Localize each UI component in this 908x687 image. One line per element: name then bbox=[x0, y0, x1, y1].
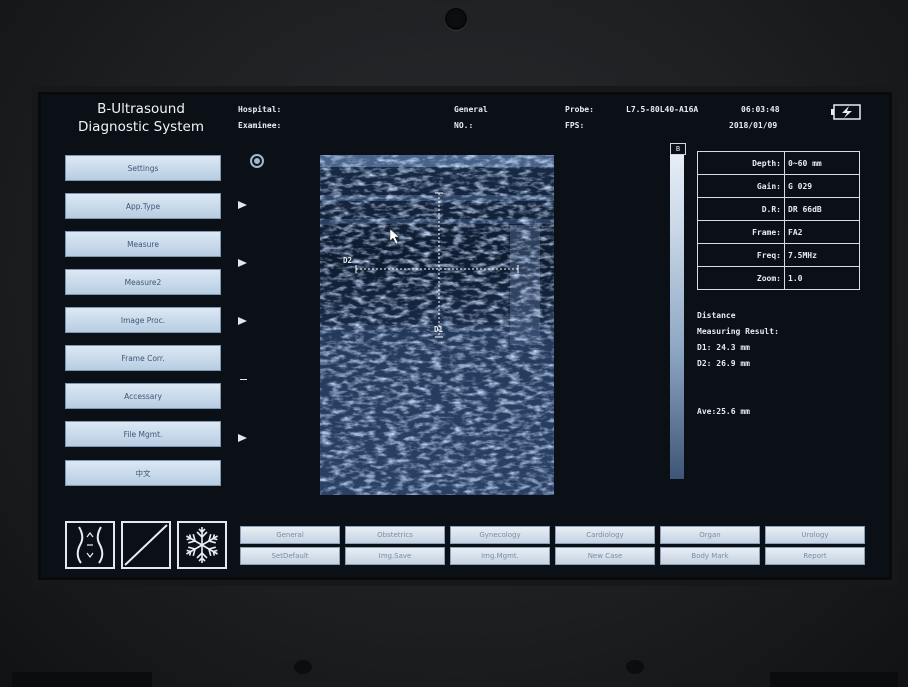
param-value: 7.5MHz bbox=[784, 243, 860, 267]
param-row: Depth: 0~60 mm bbox=[697, 151, 860, 175]
caliper-d2-label: D2 bbox=[343, 256, 353, 265]
case-number-label: NO.: bbox=[454, 121, 474, 130]
body-mark-button[interactable]: Body Mark bbox=[660, 547, 760, 565]
param-row: Zoom: 1.0 bbox=[697, 266, 860, 290]
image-save-button[interactable]: Img.Save bbox=[345, 547, 445, 565]
preset-general-button[interactable]: General bbox=[240, 526, 340, 544]
scale-label: B bbox=[670, 143, 686, 155]
bezel-screw bbox=[626, 660, 644, 674]
measurement-d2: D2: 26.9 mm bbox=[697, 359, 750, 368]
hospital-label: Hospital: bbox=[238, 105, 282, 114]
bezel-screw bbox=[294, 660, 312, 674]
submenu-arrow-icon bbox=[238, 434, 247, 442]
ultrasound-image[interactable]: D2 D1 bbox=[320, 155, 554, 495]
settings-button[interactable]: Settings bbox=[65, 155, 221, 181]
ultrasound-screen: B-Ultrasound Diagnostic System Hospital:… bbox=[38, 92, 892, 580]
body-mark-abdomen-icon[interactable] bbox=[65, 521, 115, 569]
fps-label: FPS: bbox=[565, 121, 585, 130]
examinee-label: Examinee: bbox=[238, 121, 282, 130]
measurement-title: Distance bbox=[697, 311, 736, 320]
preset-obstetrics-button[interactable]: Obstetrics bbox=[345, 526, 445, 544]
probe-value: L7.5-80L40-A16A bbox=[626, 105, 699, 114]
app-title-line1: B-Ultrasound bbox=[97, 101, 185, 117]
param-value: 1.0 bbox=[784, 266, 860, 290]
app-type-button[interactable]: App.Type bbox=[65, 193, 221, 219]
parameters-table: Depth: 0~60 mm Gain: G 029 D.R: DR 66dB Fra… bbox=[697, 151, 860, 290]
param-row: Freq: 7.5MHz bbox=[697, 243, 860, 267]
param-value: 0~60 mm bbox=[784, 151, 860, 175]
app-title: B-Ultrasound Diagnostic System bbox=[61, 100, 221, 136]
new-case-button[interactable]: New Case bbox=[555, 547, 655, 565]
submenu-arrow-icon bbox=[238, 201, 247, 209]
caliper-d1-label: D1 bbox=[434, 325, 444, 334]
active-indicator-icon bbox=[250, 154, 264, 168]
preset-gynecology-button[interactable]: Gynecology bbox=[450, 526, 550, 544]
param-value: FA2 bbox=[784, 220, 860, 244]
param-key: Frame: bbox=[697, 220, 785, 244]
clock-date: 2018/01/09 bbox=[729, 121, 778, 130]
param-key: Zoom: bbox=[697, 266, 785, 290]
measure-button[interactable]: Measure bbox=[65, 231, 221, 257]
camera-icon bbox=[445, 8, 467, 30]
measure2-button[interactable]: Measure2 bbox=[65, 269, 221, 295]
measurement-d1: D1: 24.3 mm bbox=[697, 343, 750, 352]
grayscale-bar: B bbox=[670, 143, 686, 479]
measurement-average: Ave:25.6 mm bbox=[697, 407, 750, 416]
exam-mode: General bbox=[454, 105, 488, 114]
frame-corr-button[interactable]: Frame Corr. bbox=[65, 345, 221, 371]
param-value: DR 66dB bbox=[784, 197, 860, 221]
param-row: Gain: G 029 bbox=[697, 174, 860, 198]
freeze-snowflake-icon[interactable] bbox=[177, 521, 227, 569]
battery-charging-icon bbox=[831, 103, 863, 125]
clock-time: 06:03:48 bbox=[741, 105, 780, 114]
param-row: Frame: FA2 bbox=[697, 220, 860, 244]
set-default-button[interactable]: SetDefault bbox=[240, 547, 340, 565]
submenu-arrow-icon bbox=[238, 259, 247, 267]
app-title-line2: Diagnostic System bbox=[78, 119, 204, 135]
param-key: Freq: bbox=[697, 243, 785, 267]
param-key: D.R: bbox=[697, 197, 785, 221]
accessary-button[interactable]: Accessary bbox=[65, 383, 221, 409]
param-key: Depth: bbox=[697, 151, 785, 175]
probe-label: Probe: bbox=[565, 105, 594, 114]
report-button[interactable]: Report bbox=[765, 547, 865, 565]
diagonal-line-icon[interactable] bbox=[121, 521, 171, 569]
param-key: Gain: bbox=[697, 174, 785, 198]
param-row: D.R: DR 66dB bbox=[697, 197, 860, 221]
device-foot bbox=[770, 672, 898, 687]
param-value: G 029 bbox=[784, 174, 860, 198]
preset-urology-button[interactable]: Urology bbox=[765, 526, 865, 544]
image-proc-button[interactable]: Image Proc. bbox=[65, 307, 221, 333]
dash-indicator bbox=[240, 379, 247, 380]
preset-organ-button[interactable]: Organ bbox=[660, 526, 760, 544]
measurement-subtitle: Measuring Result: bbox=[697, 327, 779, 336]
preset-cardiology-button[interactable]: Cardiology bbox=[555, 526, 655, 544]
image-management-button[interactable]: Img.Mgmt. bbox=[450, 547, 550, 565]
submenu-arrow-icon bbox=[238, 317, 247, 325]
device-foot bbox=[12, 672, 152, 687]
file-mgmt-button[interactable]: File Mgmt. bbox=[65, 421, 221, 447]
language-button[interactable]: 中文 bbox=[65, 460, 221, 486]
